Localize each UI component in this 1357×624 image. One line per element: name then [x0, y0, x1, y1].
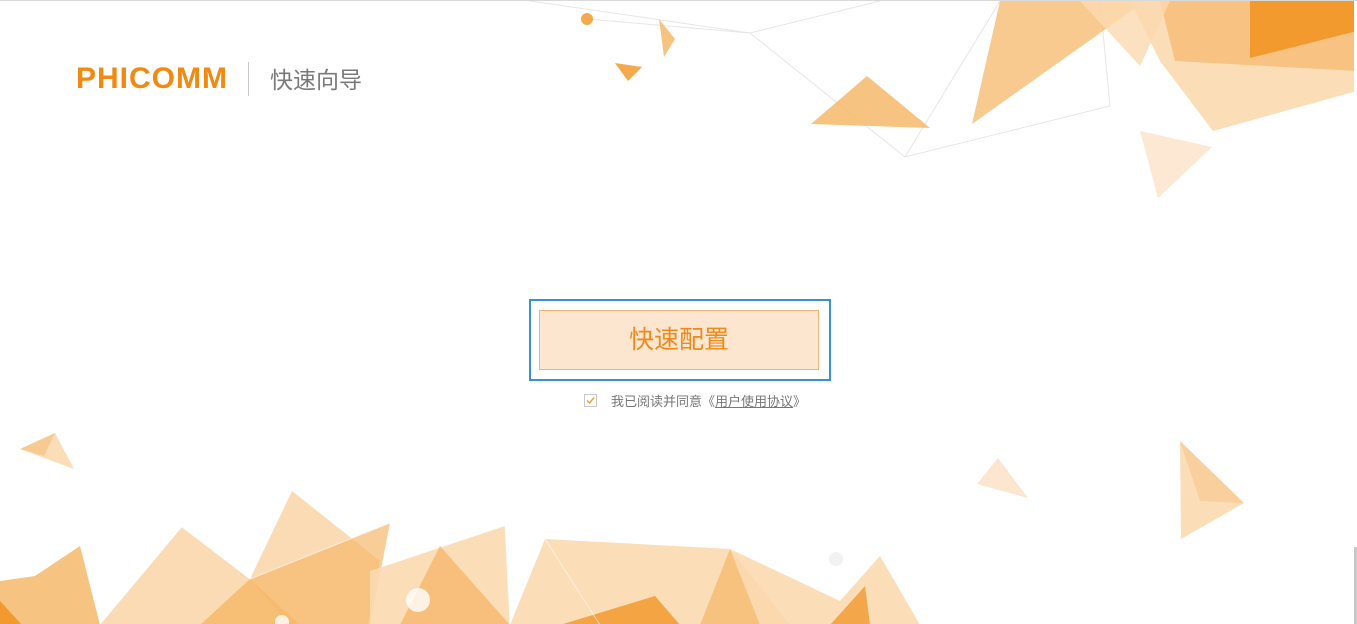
agreement-close-bracket: 》: [793, 394, 807, 410]
header: PHICOMM 快速向导: [76, 59, 362, 99]
setup-wizard-page: PHICOMM 快速向导 快速配置 我已阅读并同意 《 用户使用协议 》: [0, 0, 1357, 624]
agreement-checkbox[interactable]: [584, 393, 597, 407]
page-title: 快速向导: [270, 68, 362, 94]
user-agreement-link[interactable]: 用户使用协议: [715, 391, 793, 410]
quick-config-button[interactable]: 快速配置: [539, 310, 819, 370]
agreement-text: 我已阅读并同意: [611, 394, 703, 410]
agreement-row: 我已阅读并同意 《 用户使用协议 》: [584, 391, 807, 410]
quick-config-focus-ring: 快速配置: [529, 299, 831, 381]
check-icon: [586, 396, 595, 404]
header-divider: [248, 62, 249, 96]
agreement-open-bracket: 《: [702, 394, 716, 410]
phicomm-logo: PHICOMM: [76, 62, 228, 95]
